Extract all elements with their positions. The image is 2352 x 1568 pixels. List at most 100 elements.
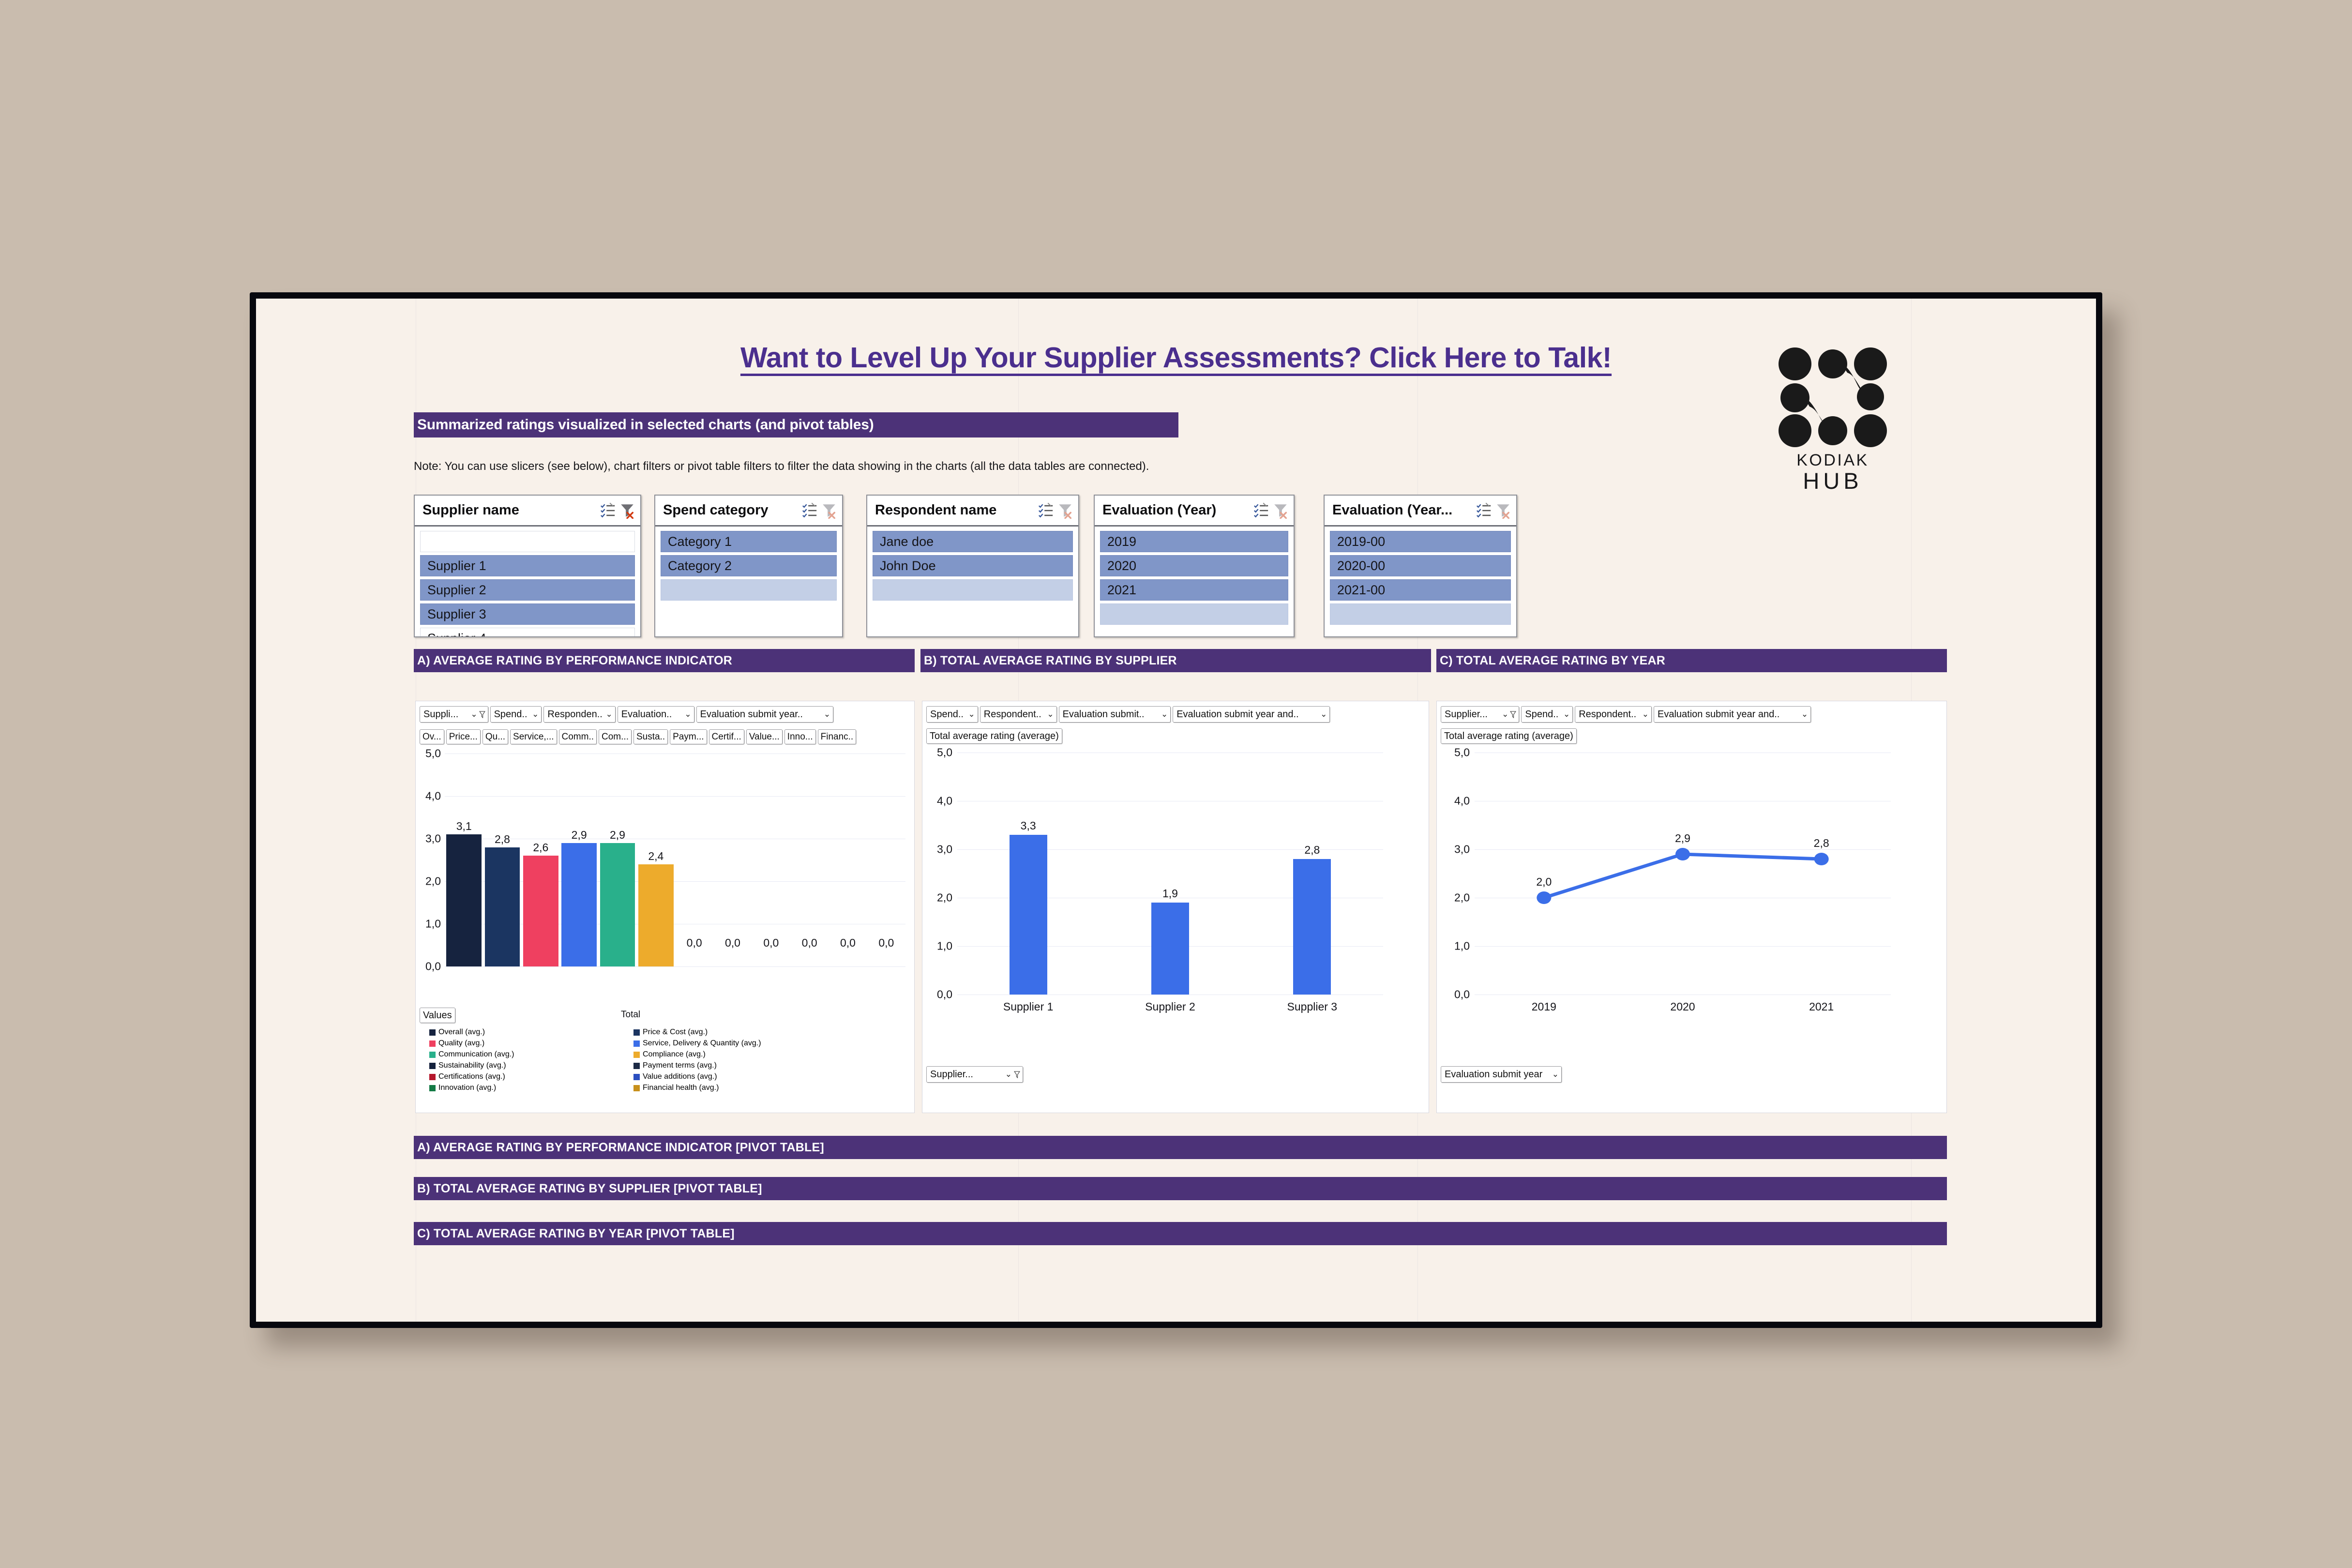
chart-a-series-pill[interactable]: Financ.. xyxy=(817,729,857,744)
y-axis-tick: 3,0 xyxy=(425,832,441,845)
slicer-item[interactable]: Category 1 xyxy=(661,531,837,552)
slicer-item[interactable]: 2021-00 xyxy=(1330,579,1511,601)
chart-filter-button[interactable]: Suppli... ⌄ xyxy=(420,706,488,723)
chart-b-axis-button[interactable]: Supplier... ⌄ xyxy=(926,1066,1023,1083)
chart-a-series-pill[interactable]: Susta.. xyxy=(633,729,668,744)
chart-b-series-button[interactable]: Total average rating (average) xyxy=(926,728,1062,744)
chart-filter-button[interactable]: Evaluation submit year and.. ⌄ xyxy=(1653,706,1811,723)
slicer-items: Jane doe John Doe xyxy=(867,527,1078,605)
level-up-link[interactable]: Want to Level Up Your Supplier Assessmen… xyxy=(0,341,2352,374)
chart-filter-label: Evaluation submit year and.. xyxy=(1657,709,1780,720)
legend-item: Quality (avg.) xyxy=(429,1039,514,1048)
multiselect-icon[interactable] xyxy=(1038,502,1054,519)
slicer-respondent-name[interactable]: Respondent name Jane doe John Doe xyxy=(866,495,1079,637)
clear-filter-icon[interactable] xyxy=(1495,502,1511,519)
chart-filter-label: Suppli... xyxy=(423,709,459,720)
point-value-label: 2,8 xyxy=(1813,837,1829,849)
slicer-item[interactable]: Category 2 xyxy=(661,555,837,576)
chart-filter-label: Respondent.. xyxy=(983,709,1041,720)
slicer-evaluation-year[interactable]: Evaluation (Year) 2019 2020 2021 xyxy=(1094,495,1295,637)
chart-filter-button[interactable]: Responden.. ⌄ xyxy=(543,706,616,723)
chart-filter-button[interactable]: Respondent.. ⌄ xyxy=(1575,706,1652,723)
chevron-down-icon: ⌄ xyxy=(605,709,613,719)
slicer-item[interactable]: 2019-00 xyxy=(1330,531,1511,552)
slicer-item[interactable]: 2020 xyxy=(1100,555,1288,576)
slicer-items: Category 1 Category 2 xyxy=(655,527,842,605)
legend-item: Compliance (avg.) xyxy=(633,1050,761,1059)
legend-label: Payment terms (avg.) xyxy=(643,1061,717,1070)
clear-filter-icon[interactable] xyxy=(1057,502,1073,519)
funnel-icon xyxy=(479,710,485,718)
slicer-item[interactable]: 2021 xyxy=(1100,579,1288,601)
clear-filter-icon[interactable] xyxy=(821,502,837,519)
slicer-supplier-name[interactable]: Supplier name Supplier 1 Supplier 2 Supplie… xyxy=(414,495,641,637)
legend-label: Service, Delivery & Quantity (avg.) xyxy=(643,1039,761,1047)
multiselect-icon[interactable] xyxy=(801,502,818,519)
clear-filter-icon[interactable] xyxy=(619,502,635,519)
clear-filter-icon[interactable] xyxy=(1272,502,1289,519)
chart-a-series-pill[interactable]: Certif... xyxy=(709,729,744,744)
slicer-item[interactable] xyxy=(1330,603,1511,625)
chevron-down-icon: ⌄ xyxy=(823,709,831,719)
slicer-item[interactable]: Supplier 3 xyxy=(420,603,635,625)
chart-a-series-pill[interactable]: Ov... xyxy=(420,729,444,744)
chart-a-series-pill[interactable]: Com... xyxy=(599,729,632,744)
chevron-down-icon: ⌄ xyxy=(1801,709,1809,719)
slicer-item[interactable]: Jane doe xyxy=(873,531,1073,552)
bar xyxy=(638,864,674,966)
chart-filter-button[interactable]: Respondent.. ⌄ xyxy=(980,706,1057,723)
slicer-item[interactable] xyxy=(873,579,1073,601)
chevron-down-icon: ⌄ xyxy=(1320,709,1327,719)
chart-c-series-button[interactable]: Total average rating (average) xyxy=(1441,728,1577,744)
y-axis-tick: 1,0 xyxy=(937,939,952,952)
chart-filter-button[interactable]: Evaluation submit year.. ⌄ xyxy=(696,706,834,723)
chart-filter-button[interactable]: Supplier... ⌄ xyxy=(1441,706,1520,723)
legend-swatch-icon xyxy=(633,1062,640,1069)
slicer-item[interactable] xyxy=(420,531,635,552)
chart-a-series-pill[interactable]: Price... xyxy=(446,729,481,744)
x-axis-label: Supplier 3 xyxy=(1287,1000,1338,1013)
chart-filter-button[interactable]: Evaluation submit year and.. ⌄ xyxy=(1173,706,1330,723)
chart-a-series-pill[interactable]: Service,... xyxy=(510,729,557,744)
chart-filter-button[interactable]: Spend.. ⌄ xyxy=(490,706,542,723)
slicer-item[interactable] xyxy=(1100,603,1288,625)
slicer-item[interactable] xyxy=(661,579,837,601)
slicer-items: Supplier 1 Supplier 2Supplier 3 Supplier 4 xyxy=(415,527,640,636)
chart-filter-button[interactable]: Evaluation submit.. ⌄ xyxy=(1058,706,1171,723)
chart-a-axes: 0,0 1,0 2,0 3,0 4,0 5,0 3,1 2,8 2,6 2,9 2,9 2,4 0,0 0… xyxy=(425,747,905,973)
chart-filter-button[interactable]: Evaluation.. ⌄ xyxy=(617,706,694,723)
slicer-item[interactable]: Supplier 1 xyxy=(420,555,635,576)
slicer-item[interactable]: 2020-00 xyxy=(1330,555,1511,576)
legend-item: Price & Cost (avg.) xyxy=(633,1028,761,1037)
y-axis-tick: 1,0 xyxy=(425,917,441,930)
multiselect-icon[interactable] xyxy=(600,502,616,519)
section-header-a: A) AVERAGE RATING BY PERFORMANCE INDICAT… xyxy=(414,649,915,672)
chart-a-series-pill[interactable]: Paym... xyxy=(670,729,707,744)
legend-label: Compliance (avg.) xyxy=(643,1050,706,1058)
slicer-evaluation-year-month[interactable]: Evaluation (Year... 2019-00 2020-00 2021-00 xyxy=(1324,495,1517,637)
chevron-down-icon: ⌄ xyxy=(1502,709,1509,719)
chart-a-series-pill[interactable]: Qu... xyxy=(482,729,509,744)
slicer-item[interactable]: Supplier 2 xyxy=(420,579,635,601)
chart-c-axis-button[interactable]: Evaluation submit year ⌄ xyxy=(1441,1066,1562,1083)
logo-line-kodiak: KODIAK xyxy=(1796,451,1869,469)
multiselect-icon[interactable] xyxy=(1476,502,1492,519)
slicer-spend-category[interactable]: Spend category Category 1 Category 2 xyxy=(654,495,843,637)
slicer-item[interactable]: John Doe xyxy=(873,555,1073,576)
chart-a-legend-left: Overall (avg.) Quality (avg.) Communicatio… xyxy=(429,1028,514,1092)
y-axis-tick: 4,0 xyxy=(937,794,952,807)
chart-filter-button[interactable]: Spend.. ⌄ xyxy=(926,706,978,723)
logo-wordmark: KODIAK HUB xyxy=(1775,452,1891,492)
chart-b-axis-button-label: Supplier... xyxy=(930,1069,973,1080)
multiselect-icon[interactable] xyxy=(1253,502,1269,519)
slicer-item[interactable]: 2019 xyxy=(1100,531,1288,552)
slicer-item[interactable]: Supplier 4 xyxy=(420,628,635,636)
y-axis-tick: 2,0 xyxy=(425,874,441,888)
chart-c-plot: 0,0 1,0 2,0 3,0 4,0 5,0 2,0 2019 2,9 2020 2,8 2021 xyxy=(1454,746,1930,1024)
chart-a-series-pill[interactable]: Value... xyxy=(746,729,783,744)
chart-a-series-pill[interactable]: Comm.. xyxy=(558,729,597,744)
chart-a-series-pill[interactable]: Inno... xyxy=(784,729,816,744)
chart-filter-button[interactable]: Spend.. ⌄ xyxy=(1521,706,1573,723)
chevron-down-icon: ⌄ xyxy=(1642,709,1649,719)
chart-a-values-button[interactable]: Values xyxy=(420,1008,455,1023)
